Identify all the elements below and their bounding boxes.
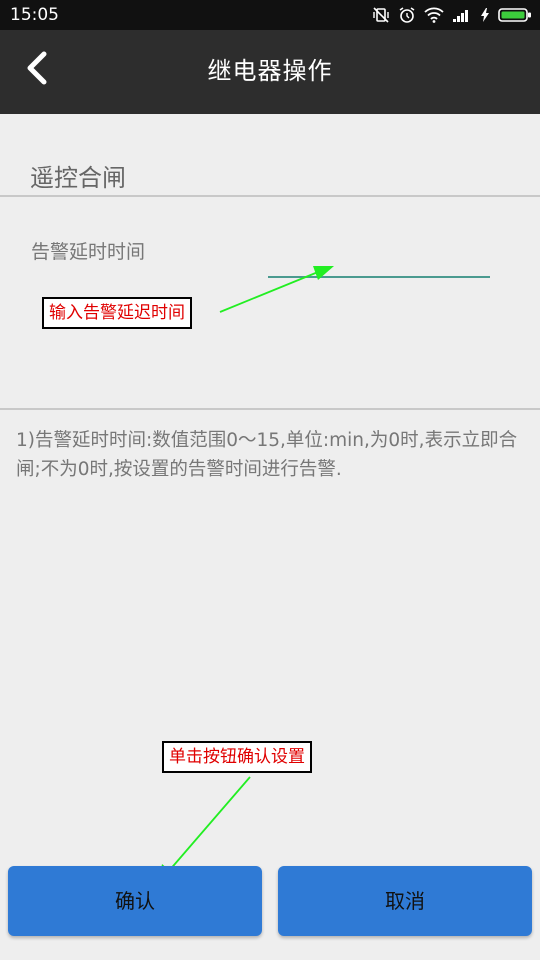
signal-icon — [453, 10, 468, 22]
input-hint-callout: 输入告警延迟时间 — [42, 297, 192, 329]
section-divider — [0, 195, 540, 197]
status-time: 15:05 — [10, 5, 59, 25]
delay-label: 告警延时时间 — [31, 241, 146, 263]
status-bar: 15:05 — [0, 0, 540, 30]
delay-input[interactable] — [268, 246, 490, 278]
app-bar: 继电器操作 — [0, 30, 540, 114]
status-icons — [372, 5, 532, 25]
form-divider — [0, 408, 540, 410]
help-note: 1)告警延时时间:数值范围0～15,单位:min,为0时,表示立即合闸;不为0时… — [16, 430, 518, 480]
vibrate-off-icon — [373, 7, 389, 23]
charging-icon — [481, 8, 489, 22]
button-hint-arrow — [167, 776, 251, 873]
page-title: 继电器操作 — [207, 57, 333, 85]
section-title: 遥控合闸 — [30, 164, 126, 192]
wifi-icon — [424, 7, 444, 23]
cancel-button[interactable]: 取消 — [278, 866, 532, 936]
alarm-clock-icon — [399, 7, 415, 23]
battery-icon — [498, 8, 531, 22]
input-hint-arrow — [219, 271, 319, 313]
confirm-button[interactable]: 确认 — [8, 866, 262, 936]
button-hint-callout: 单击按钮确认设置 — [162, 741, 312, 773]
